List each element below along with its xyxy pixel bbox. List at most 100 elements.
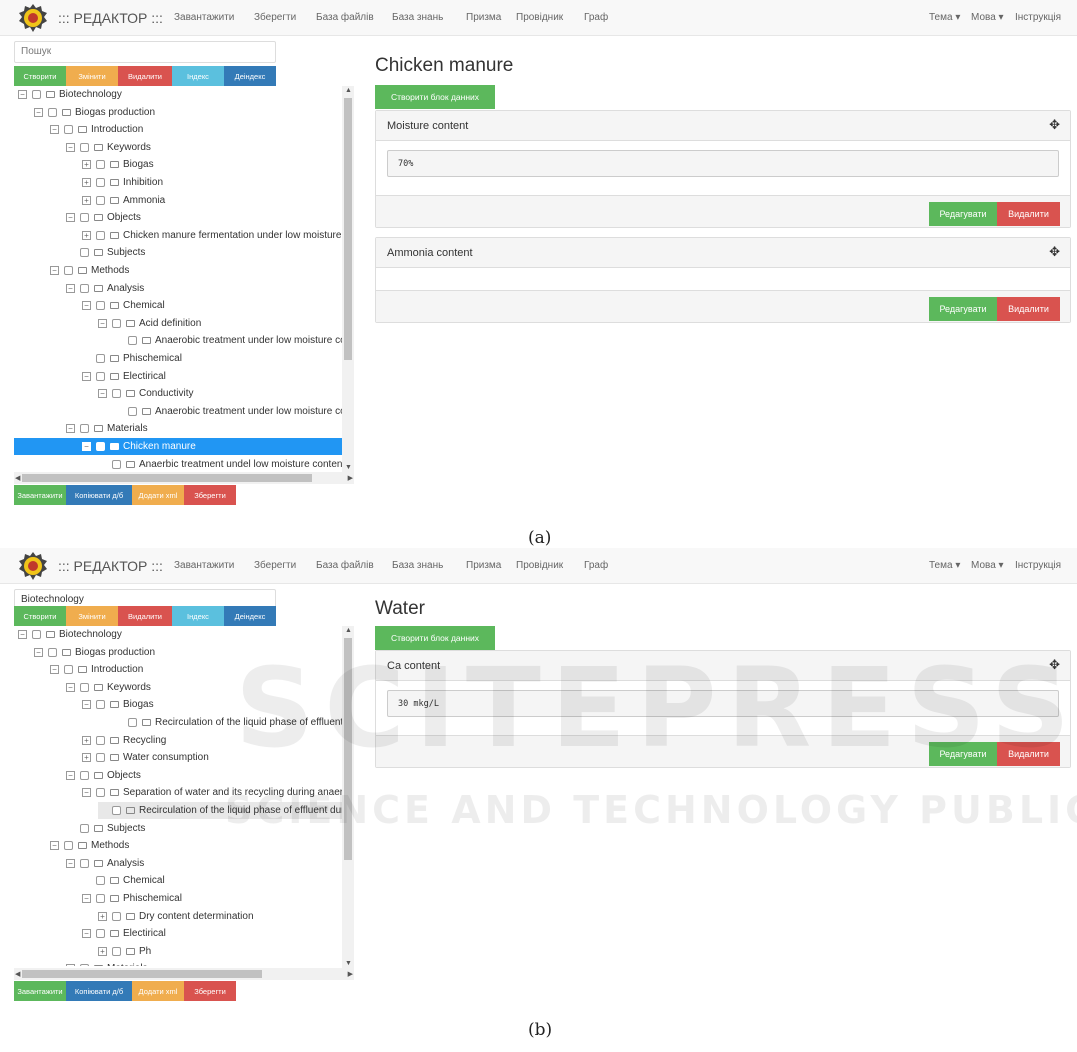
collapse-icon[interactable]: − (66, 964, 75, 966)
collapse-icon[interactable]: − (82, 442, 91, 451)
tree-node[interactable]: + Ammonia (82, 192, 165, 209)
nav-graph[interactable]: Граф (584, 12, 608, 23)
tree-node[interactable]: − Electirical (82, 368, 166, 385)
tree-node[interactable]: − Materials (66, 960, 148, 966)
tree-node-checkbox[interactable] (112, 806, 121, 815)
scroll-up-icon[interactable]: ▲ (345, 87, 352, 94)
logo-icon[interactable] (18, 551, 48, 581)
tree-node-checkbox[interactable] (128, 406, 137, 416)
tree-node-checkbox[interactable] (96, 230, 105, 240)
tree-node-checkbox[interactable] (112, 911, 121, 921)
collapse-icon[interactable]: − (66, 283, 75, 293)
tree-node-checkbox[interactable] (112, 946, 121, 956)
tree-node[interactable]: − Biogas production (34, 644, 155, 661)
deindex-button[interactable]: Деіндекс (224, 606, 276, 626)
tree-horizontal-scrollbar[interactable]: ◀ ▶ (14, 968, 354, 980)
nav-file-base[interactable]: База файлів (316, 12, 374, 23)
tree-node[interactable]: Subjects (66, 820, 145, 837)
tree-node-checkbox[interactable] (112, 459, 121, 469)
collapse-icon[interactable]: − (50, 841, 59, 851)
tree-vertical-scrollbar[interactable]: ▲ ▼ (342, 86, 354, 472)
nav-language-dropdown[interactable]: Мова ▾ (971, 560, 1004, 571)
tree-node[interactable]: Anaerobic treatment under low moisture c… (114, 403, 346, 420)
nav-theme-dropdown[interactable]: Тема ▾ (929, 12, 960, 23)
tree-node-checkbox[interactable] (64, 266, 73, 275)
nav-knowledge-base[interactable]: База знань (392, 12, 443, 23)
tree-node-checkbox[interactable] (128, 718, 137, 727)
nav-instructions[interactable]: Інструкція (1015, 12, 1061, 23)
collapse-icon[interactable]: − (66, 424, 75, 434)
collapse-icon[interactable]: − (50, 125, 59, 135)
collapse-icon[interactable]: − (82, 700, 91, 710)
tree-node[interactable]: − Analysis (66, 280, 144, 297)
add-xml-button[interactable]: Додати xml (132, 981, 184, 1001)
expand-icon[interactable]: + (98, 946, 107, 956)
nav-explorer[interactable]: Провідник (516, 560, 563, 571)
tree-node-checkbox[interactable] (80, 823, 89, 833)
expand-icon[interactable]: + (98, 911, 107, 921)
tree-node[interactable]: − Biogas (82, 696, 154, 713)
delete-block-button[interactable]: Видалити (997, 202, 1060, 226)
move-icon[interactable]: ✥ (1049, 117, 1060, 133)
expand-icon[interactable]: + (82, 230, 91, 240)
collapse-icon[interactable]: − (82, 929, 91, 939)
tree-node-checkbox[interactable] (48, 107, 57, 117)
tree-node-checkbox[interactable] (80, 682, 89, 692)
tree-node[interactable]: − Analysis (66, 855, 144, 872)
add-xml-button[interactable]: Додати xml (132, 485, 184, 505)
tree-node[interactable]: − Biotechnology (18, 86, 122, 103)
tree-node-checkbox[interactable] (96, 354, 105, 363)
edit-button[interactable]: Редагувати (929, 297, 997, 321)
logo-icon[interactable] (18, 3, 48, 33)
tree-node-checkbox[interactable] (96, 876, 105, 886)
expand-icon[interactable]: + (82, 735, 91, 745)
nav-graph[interactable]: Граф (584, 560, 608, 571)
nav-prism[interactable]: Призма (466, 560, 501, 571)
collapse-icon[interactable]: − (66, 770, 75, 780)
expand-icon[interactable]: + (82, 195, 91, 205)
scroll-left-icon[interactable]: ◀ (15, 474, 20, 482)
scroll-down-icon[interactable]: ▼ (345, 464, 352, 471)
tree-horizontal-scrollbar[interactable]: ◀ ▶ (14, 472, 354, 484)
scrollbar-thumb[interactable] (22, 474, 312, 482)
tree-node-checkbox[interactable] (80, 213, 89, 223)
scroll-left-icon[interactable]: ◀ (15, 970, 20, 978)
tree-node-checkbox[interactable] (96, 160, 105, 170)
create-button[interactable]: Створити (14, 606, 66, 626)
collapse-icon[interactable]: − (66, 142, 75, 152)
collapse-icon[interactable]: − (82, 301, 91, 311)
tree-node-checkbox[interactable] (32, 630, 41, 639)
tree-node-checkbox[interactable] (96, 929, 105, 939)
collapse-icon[interactable]: − (66, 858, 75, 868)
nav-file-base[interactable]: База файлів (316, 560, 374, 571)
tree-node-checkbox[interactable] (80, 858, 89, 868)
index-button[interactable]: Індекс (172, 66, 224, 86)
collapse-icon[interactable]: − (66, 213, 75, 223)
scrollbar-thumb[interactable] (22, 970, 262, 978)
nav-save[interactable]: Зберегти (254, 560, 296, 571)
nav-load[interactable]: Завантажити (174, 12, 234, 23)
tree-node[interactable]: − Materials (66, 420, 148, 437)
nav-load[interactable]: Завантажити (174, 560, 234, 571)
tree-node[interactable]: + Recycling (82, 732, 166, 749)
scroll-right-icon[interactable]: ▶ (348, 970, 353, 978)
create-button[interactable]: Створити (14, 66, 66, 86)
tree-node[interactable]: − Keywords (66, 139, 151, 156)
tree-node-checkbox[interactable] (64, 125, 73, 135)
tree-node-checkbox[interactable] (112, 389, 121, 399)
copy-db-button[interactable]: Копіювати д/б (66, 485, 132, 505)
tree-node-checkbox[interactable] (96, 700, 105, 710)
tree-node[interactable]: − Electirical (82, 925, 166, 942)
collapse-icon[interactable]: − (18, 630, 27, 639)
tree-node-checkbox[interactable] (96, 442, 105, 451)
tree-node[interactable]: + Inhibition (82, 174, 163, 191)
tree-node-checkbox[interactable] (128, 336, 137, 346)
tree-node[interactable]: + Ph (98, 943, 151, 960)
scrollbar-thumb[interactable] (344, 98, 352, 360)
delete-button[interactable]: Видалити (118, 66, 172, 86)
collapse-icon[interactable]: − (34, 647, 43, 657)
scroll-right-icon[interactable]: ▶ (348, 474, 353, 482)
tree-node[interactable]: + Dry content determination (98, 908, 254, 925)
expand-icon[interactable]: + (82, 160, 91, 170)
nav-prism[interactable]: Призма (466, 12, 501, 23)
